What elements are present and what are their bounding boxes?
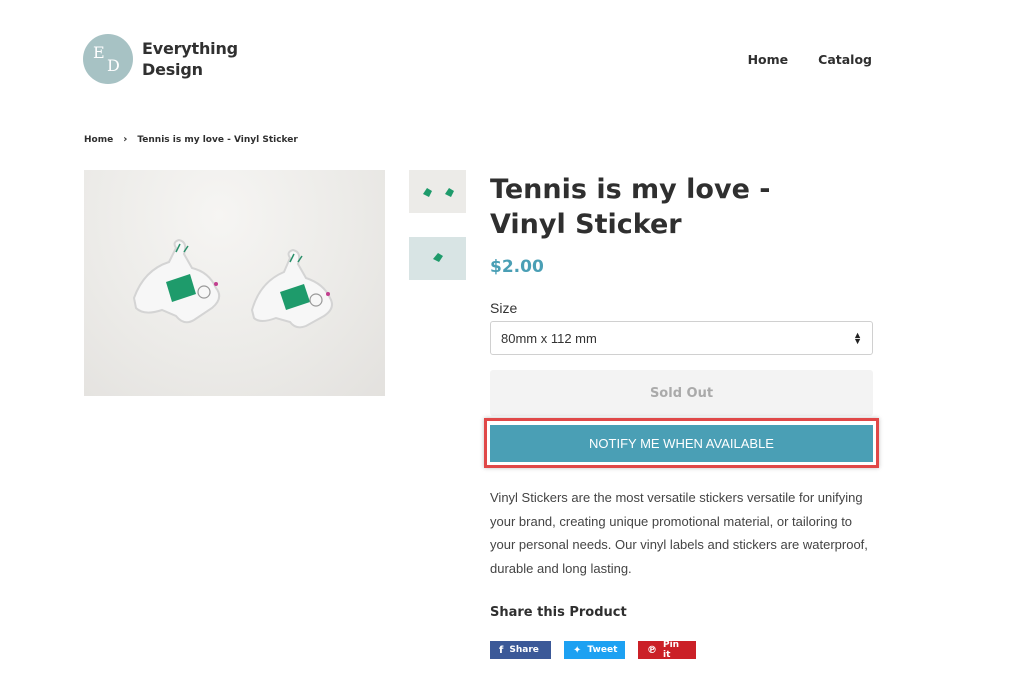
product-description: Vinyl Stickers are the most versatile st… [490, 490, 868, 576]
store-name-line1: Everything [142, 39, 238, 58]
logo-letter-e: E [93, 43, 105, 62]
select-arrows-icon: ▲ ▼ [853, 330, 862, 346]
thumbnail-sticker-image [433, 253, 443, 262]
tennis-sticker-illustration [132, 238, 333, 329]
breadcrumb: Home › Tennis is my love - Vinyl Sticker [84, 134, 298, 145]
share-twitter-label: Tweet [587, 645, 618, 655]
breadcrumb-home-link[interactable]: Home [84, 135, 113, 145]
twitter-icon: ✦ [573, 644, 582, 656]
size-select[interactable]: 80mm x 112 mm ▲ ▼ [490, 321, 873, 355]
breadcrumb-separator-icon: › [123, 134, 128, 145]
breadcrumb-current: Tennis is my love - Vinyl Sticker [137, 134, 298, 145]
share-facebook-label: Share [509, 645, 539, 655]
main-nav: Home Catalog [748, 52, 872, 67]
store-logo[interactable]: E D Everything Design [83, 34, 238, 84]
sticker-right [250, 248, 333, 329]
size-select-value: 80mm x 112 mm [501, 330, 597, 346]
product-title: Tennis is my love - Vinyl Sticker [490, 174, 771, 240]
share-pinterest-button[interactable]: ℗ Pin it [638, 640, 696, 660]
store-name: Everything Design [142, 38, 238, 80]
store-name-line2: Design [142, 60, 203, 79]
product-thumbnail-1[interactable] [409, 170, 466, 213]
size-label: Size [490, 300, 518, 316]
notify-me-button[interactable]: NOTIFY ME WHEN AVAILABLE [490, 425, 873, 462]
thumbnail-sticker-image [423, 188, 454, 197]
product-main-image[interactable] [84, 170, 385, 396]
share-facebook-button[interactable]: f Share [490, 641, 551, 659]
facebook-icon: f [499, 644, 504, 656]
logo-letter-d: D [107, 56, 120, 75]
nav-catalog-link[interactable]: Catalog [818, 52, 872, 67]
logo-badge-icon: E D [83, 34, 133, 84]
nav-home-link[interactable]: Home [748, 52, 789, 67]
product-price: $2.00 [490, 257, 544, 277]
sold-out-button[interactable]: Sold Out [490, 370, 873, 416]
share-title: Share this Product [490, 605, 627, 620]
share-twitter-button[interactable]: ✦ Tweet [564, 641, 625, 659]
share-pinterest-label: Pin it [663, 640, 680, 660]
share-buttons: f Share ✦ Tweet ℗ Pin it [490, 640, 696, 660]
product-thumbnail-2[interactable] [409, 237, 466, 280]
sticker-left [132, 238, 221, 324]
pinterest-icon: ℗ [647, 644, 657, 656]
